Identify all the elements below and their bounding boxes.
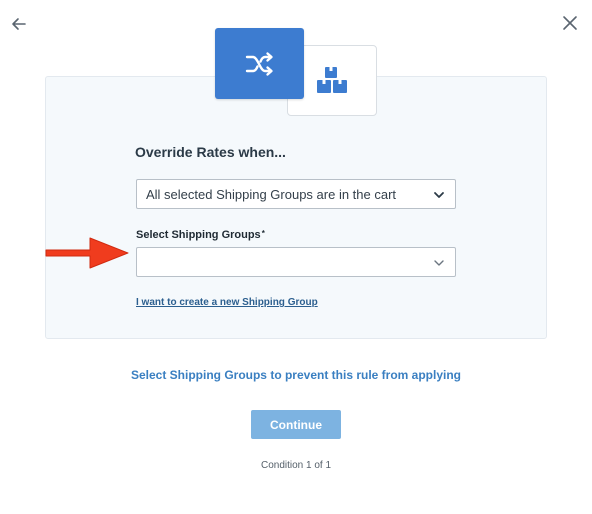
create-shipping-group-link[interactable]: I want to create a new Shipping Group (136, 297, 318, 308)
form-heading: Override Rates when... (135, 144, 286, 160)
prevent-hint: Select Shipping Groups to prevent this r… (130, 368, 462, 382)
continue-button[interactable]: Continue (251, 410, 341, 439)
arrow-left-icon (12, 18, 26, 30)
boxes-icon (317, 67, 347, 93)
chevron-down-icon (434, 192, 444, 198)
condition-select[interactable]: All selected Shipping Groups are in the … (136, 179, 456, 209)
shipping-groups-select[interactable] (136, 247, 456, 277)
shipping-groups-label: Select Shipping Groups* (136, 229, 265, 241)
back-button[interactable] (8, 13, 30, 35)
shuffle-tile (215, 28, 304, 99)
shipping-groups-label-text: Select Shipping Groups (136, 229, 261, 241)
close-button[interactable] (559, 12, 581, 34)
condition-select-value: All selected Shipping Groups are in the … (146, 187, 397, 202)
red-arrow-icon (45, 237, 129, 269)
shuffle-icon (245, 52, 273, 76)
required-marker: * (261, 229, 265, 238)
condition-counter: Condition 1 of 1 (260, 460, 332, 471)
chevron-down-icon (434, 260, 444, 266)
close-icon (563, 16, 577, 30)
